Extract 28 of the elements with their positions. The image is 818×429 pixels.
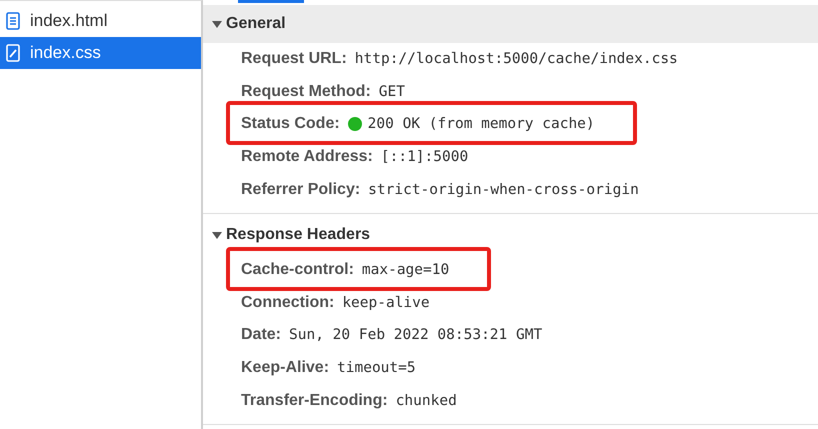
- header-value: [::1]:5000: [380, 149, 468, 166]
- header-name: Remote Address:: [241, 148, 373, 166]
- document-icon: [6, 12, 20, 30]
- section-header[interactable]: General: [203, 5, 818, 43]
- caret-down-icon: [212, 19, 222, 29]
- header-name: Cache-control:: [241, 261, 354, 280]
- caret-down-icon: [212, 230, 222, 240]
- header-name: Request URL:: [241, 50, 347, 68]
- header-value: 200 OK (from memory cache): [368, 116, 595, 132]
- header-value: keep-alive: [342, 294, 430, 311]
- header-name: Connection:: [241, 294, 334, 312]
- header-name: Transfer-Encoding:: [241, 392, 388, 410]
- header-name: Date:: [241, 326, 282, 344]
- header-name: Request Method:: [241, 82, 371, 101]
- edit-file-icon: [6, 44, 20, 62]
- header-name: Keep-Alive:: [241, 359, 330, 378]
- header-value: max-age=10: [362, 262, 450, 278]
- header-value: http://localhost:5000/cache/index.css: [354, 51, 678, 68]
- header-value: GET: [378, 84, 405, 100]
- header-value: timeout=5: [337, 360, 416, 376]
- header-name: Referrer Policy:: [241, 180, 360, 199]
- header-value: Sun, 20 Feb 2022 08:53:21 GMT: [289, 327, 542, 344]
- file-item[interactable]: index.css: [0, 37, 201, 69]
- file-item[interactable]: index.html: [0, 5, 201, 37]
- section-header[interactable]: Response Headers: [203, 216, 818, 254]
- header-value: strict-origin-when-cross-origin: [368, 182, 639, 198]
- header-name: Status Code:: [241, 115, 340, 134]
- header-value: chunked: [396, 392, 457, 409]
